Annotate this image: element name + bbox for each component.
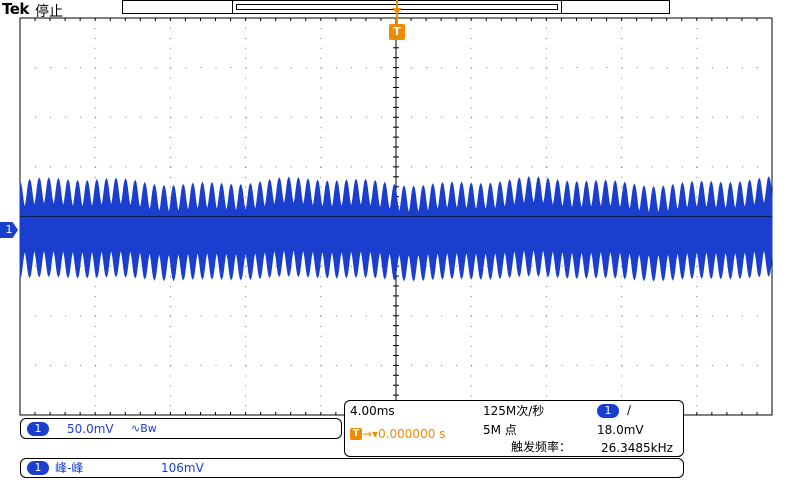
horizontal-trigger-panel[interactable]: 4.00ms 125M次/秒 1 ∕ T →▾0.000000 s 5M 点 18…	[344, 400, 684, 457]
trigger-icon: T	[350, 427, 362, 440]
trigger-slope-icon: ∕	[627, 403, 632, 417]
trigger-pointer-icon	[392, 8, 402, 14]
ch1-waveform	[19, 175, 773, 282]
record-length-readout: 5M 点	[483, 423, 517, 437]
ch1-scale: 50.0mV	[67, 422, 114, 436]
measurement-name: 峰-峰	[55, 461, 84, 475]
meas-source-badge: 1	[27, 461, 49, 475]
timebase-readout: 4.00ms	[350, 404, 395, 418]
trigger-frequency-value: 26.3485kHz	[601, 441, 673, 455]
ch1-badge: 1	[27, 422, 49, 436]
bandwidth-limit-icon: ∿Bw	[131, 422, 157, 435]
trigger-position-readout: 0.000000 s	[378, 427, 446, 441]
trigger-source-badge: 1	[597, 404, 619, 418]
trigger-position-row: T →▾0.000000 s	[350, 423, 445, 442]
arrow-icon: →▾	[362, 427, 379, 441]
trigger-level-readout: 18.0mV	[597, 423, 644, 437]
trigger-position-marker[interactable]: T	[389, 24, 405, 40]
channel-readout-panel[interactable]: 1 50.0mV ∿Bw	[20, 418, 342, 439]
trigger-frequency-label: 触发频率：	[511, 440, 572, 454]
measurement-panel[interactable]: 1 峰-峰 106mV	[20, 458, 684, 478]
measurement-value: 106mV	[161, 461, 204, 475]
sample-rate-readout: 125M次/秒	[483, 404, 545, 418]
